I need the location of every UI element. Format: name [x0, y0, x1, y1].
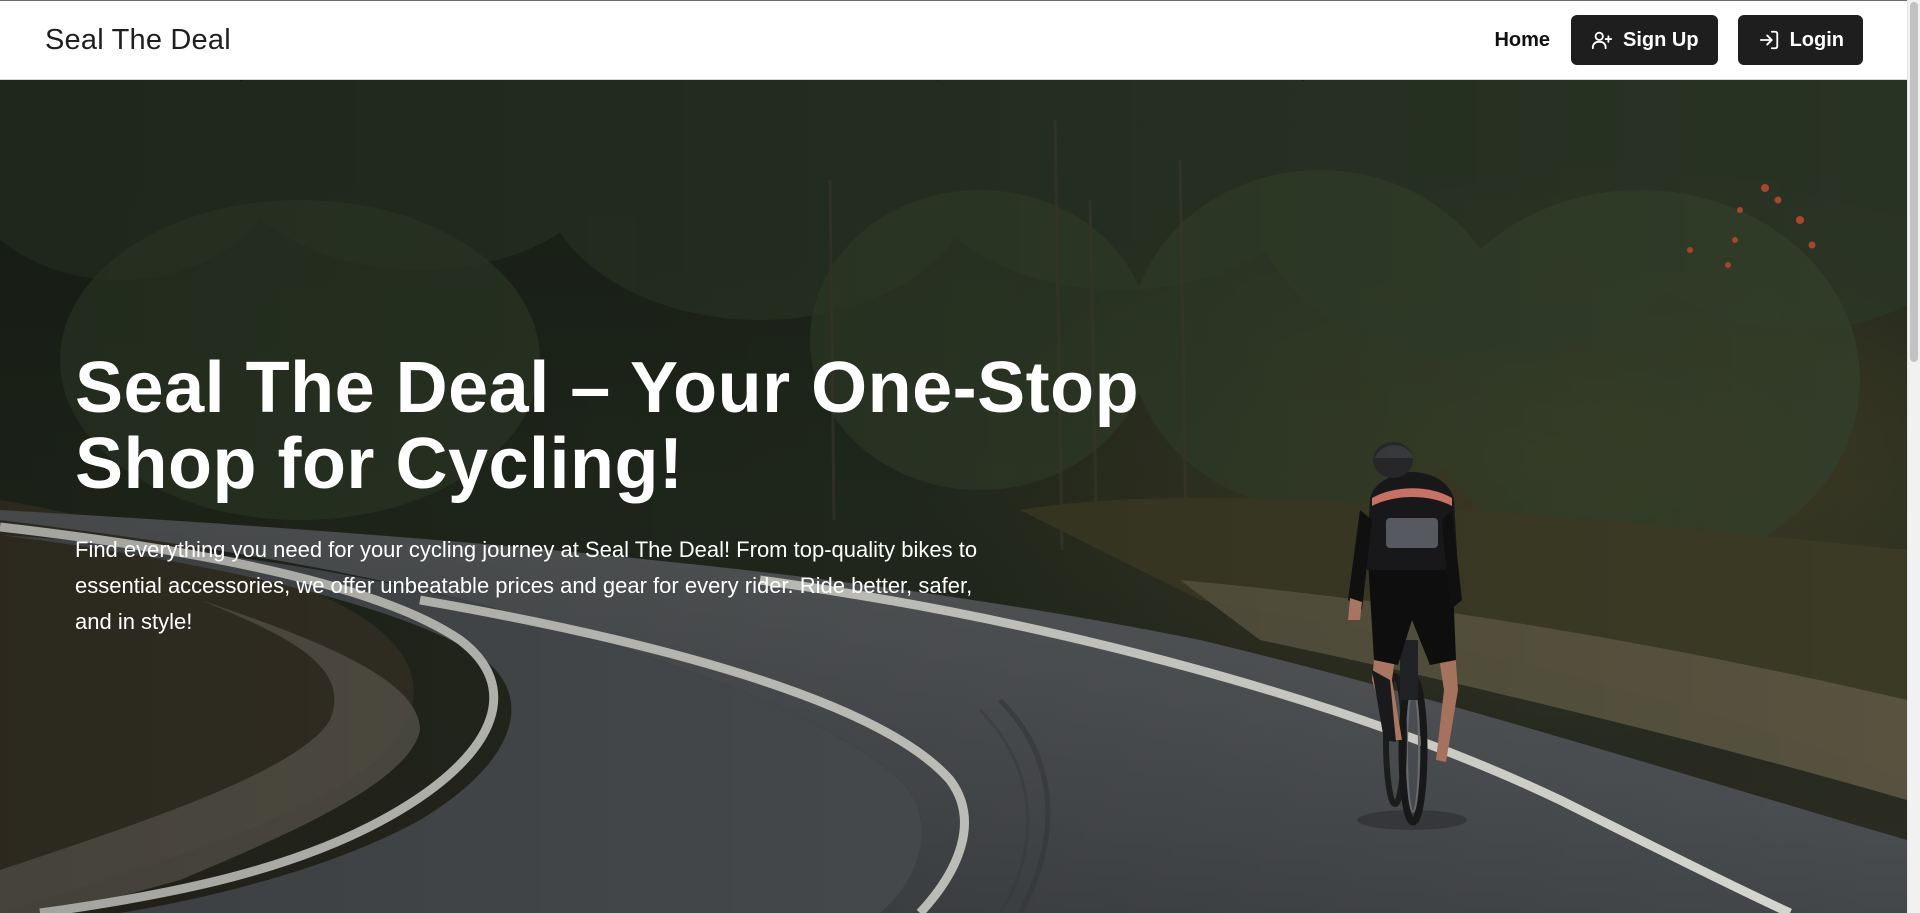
- scrollbar-thumb[interactable]: [1910, 2, 1918, 362]
- login-arrow-icon: [1759, 30, 1778, 50]
- hero-title-line-2: Shop for Cycling!: [75, 424, 684, 504]
- hero-title-line-1: Seal The Deal – Your One-Stop: [75, 348, 1140, 428]
- navbar: Seal The Deal Home Sign Up Login: [0, 0, 1907, 80]
- app-window: Seal The Deal Home Sign Up Login Seal Th…: [0, 0, 1920, 913]
- hero-description: Find everything you need for your cyclin…: [75, 537, 978, 634]
- signup-button-label: Sign Up: [1623, 28, 1699, 51]
- nav-actions: Home Sign Up Login: [1494, 15, 1863, 65]
- nav-home-link[interactable]: Home: [1494, 29, 1550, 52]
- page-scrollbar[interactable]: [1907, 0, 1920, 913]
- signup-button[interactable]: Sign Up: [1571, 15, 1718, 65]
- hero-content: Seal The Deal – Your One-Stop Shop for C…: [75, 350, 1225, 640]
- login-button[interactable]: Login: [1737, 15, 1863, 65]
- brand-logo[interactable]: Seal The Deal: [45, 24, 231, 57]
- hero-title: Seal The Deal – Your One-Stop Shop for C…: [75, 350, 1225, 502]
- hero-section: Seal The Deal – Your One-Stop Shop for C…: [0, 80, 1907, 913]
- user-plus-icon: [1591, 31, 1613, 50]
- login-button-label: Login: [1789, 28, 1844, 51]
